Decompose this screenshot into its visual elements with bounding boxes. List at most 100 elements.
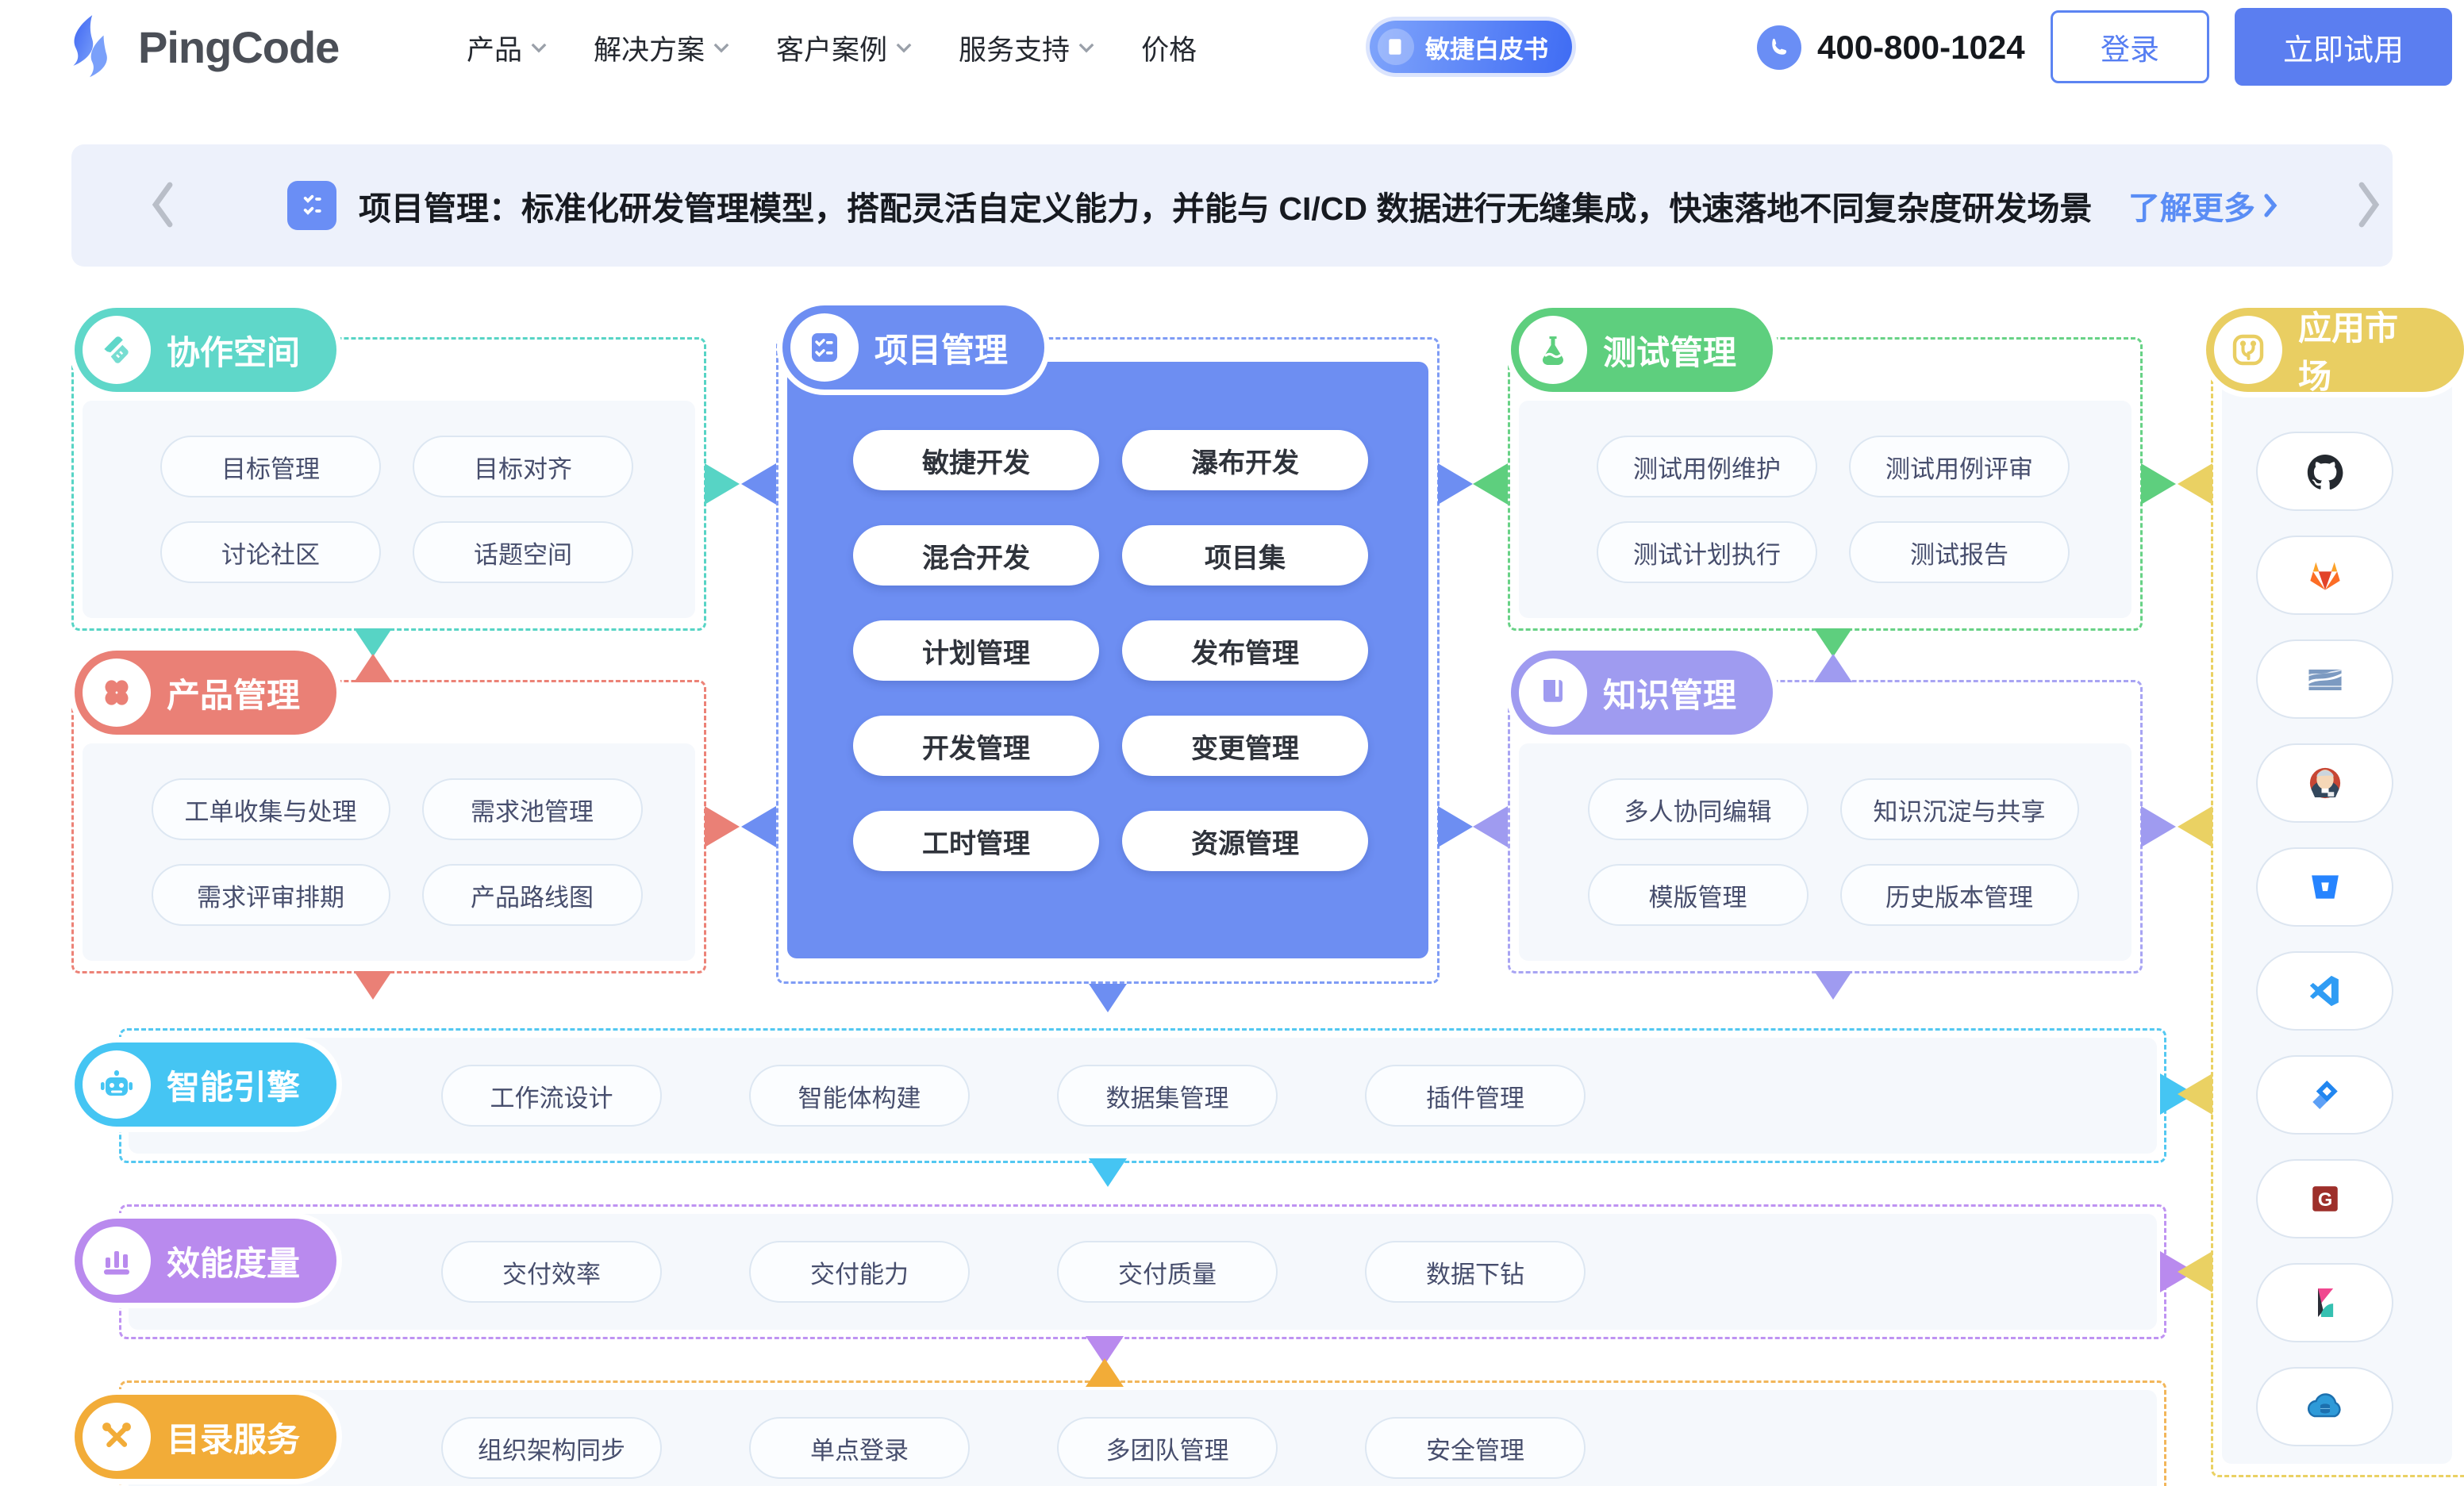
cloud-icon <box>2302 1384 2348 1430</box>
bar-chart-icon <box>83 1227 151 1295</box>
contact-phone: 400-800-1024 <box>1757 0 2025 95</box>
app-pill-kibana[interactable] <box>2256 1263 2393 1342</box>
arrow-down-icon <box>1814 628 1852 657</box>
banner-learn-more-link[interactable]: 了解更多 <box>2128 144 2278 267</box>
arrow-down-icon <box>354 628 392 657</box>
main-nav: 产品 解决方案 客户案例 服务支持 价格 <box>467 0 1197 95</box>
feature-pill: 项目集 <box>1122 525 1368 586</box>
project-checklist-icon <box>287 181 336 230</box>
announcement-banner: 项目管理：标准化研发管理模型，搭配灵活自定义能力，并能与 CI/CD 数据进行无… <box>71 144 2393 267</box>
app-pill-gitlab[interactable] <box>2256 536 2393 615</box>
arrow-right-icon <box>1438 806 1473 847</box>
metrics-items: 交付效率 交付能力 交付质量 数据下钻 <box>441 1241 1586 1303</box>
feature-pill: 工时管理 <box>853 811 1099 871</box>
chevron-down-icon <box>895 42 913 53</box>
arrow-left-icon <box>1473 463 1508 505</box>
phone-icon <box>1757 25 1801 70</box>
nav-support[interactable]: 服务支持 <box>959 28 1095 68</box>
arrow-left-icon <box>1473 806 1508 847</box>
app-pill-bitbucket[interactable] <box>2256 847 2393 927</box>
app-pill-jira[interactable] <box>2256 1055 2393 1135</box>
ai-items: 工作流设计智能体构建数据集管理插件管理 <box>441 1065 1586 1127</box>
app-pill-jenkins[interactable] <box>2256 743 2393 823</box>
feature-pill: 数据集管理 <box>1057 1065 1278 1127</box>
feature-pill: 模版管理 <box>1588 864 1809 926</box>
chevron-right-icon <box>2263 193 2278 218</box>
nav-pricing[interactable]: 价格 <box>1141 28 1197 68</box>
app-pill-cloud[interactable] <box>2256 1367 2393 1446</box>
bitbucket-icon <box>2304 866 2347 908</box>
arrow-left-icon <box>2178 1251 2212 1292</box>
chevron-down-icon <box>1078 42 1095 53</box>
nav-solutions[interactable]: 解决方案 <box>594 28 730 68</box>
feature-pill: 混合开发 <box>853 525 1099 586</box>
arrow-down-icon <box>1089 1158 1127 1187</box>
pingcode-logo[interactable]: PingCode <box>65 13 339 81</box>
arrow-up-icon <box>1814 654 1852 682</box>
feature-pill: 组织架构同步 <box>441 1417 662 1479</box>
arrow-left-icon <box>741 806 776 847</box>
badge-testing: 测试管理 <box>1511 308 1773 392</box>
feature-pill: 交付能力 <box>749 1241 970 1303</box>
chevron-right-icon <box>2357 182 2381 228</box>
phone-number: 400-800-1024 <box>1817 29 2025 67</box>
whitepaper-button[interactable]: 敏捷白皮书 <box>1370 21 1572 73</box>
knowledge-items: 多人协同编辑知识沉淀与共享模版管理历史版本管理 <box>1547 743 2119 961</box>
marketplace-branch-icon <box>2214 316 2282 384</box>
badge-directory: 目录服务 <box>75 1395 336 1479</box>
app-pill-github[interactable] <box>2256 432 2393 511</box>
feature-pill: 数据下钻 <box>1365 1241 1586 1303</box>
feature-pill: 插件管理 <box>1365 1065 1586 1127</box>
nav-products[interactable]: 产品 <box>467 28 548 68</box>
nav-customers[interactable]: 客户案例 <box>776 28 913 68</box>
feature-pill: 敏捷开发 <box>853 430 1099 490</box>
handshake-icon <box>83 316 151 384</box>
feature-pill: 多人协同编辑 <box>1588 778 1809 840</box>
chevron-left-icon <box>151 182 175 228</box>
feature-pill: 变更管理 <box>1122 716 1368 776</box>
feature-pill: 交付质量 <box>1057 1241 1278 1303</box>
feature-pill: 测试计划执行 <box>1597 521 1817 583</box>
banner-next-button[interactable] <box>2357 182 2381 232</box>
banner-text: 项目管理：标准化研发管理模型，搭配灵活自定义能力，并能与 CI/CD 数据进行无… <box>359 144 2092 267</box>
feature-pill: 历史版本管理 <box>1840 864 2079 926</box>
arrow-up-icon <box>354 654 392 682</box>
checklist-icon <box>790 313 859 382</box>
top-navigation-bar: PingCode 产品 解决方案 客户案例 服务支持 价格 <box>0 0 2464 95</box>
project-items: 敏捷开发瀑布开发混合开发项目集计划管理发布管理开发管理变更管理工时管理资源管理 <box>853 430 1368 871</box>
subversion-icon <box>2302 656 2348 702</box>
clover-icon <box>83 659 151 727</box>
login-button[interactable]: 登录 <box>2051 10 2209 83</box>
app-pill-vscode[interactable] <box>2256 951 2393 1031</box>
feature-pill: 工作流设计 <box>441 1065 662 1127</box>
banner-prev-button[interactable] <box>151 182 175 232</box>
gitlab-icon <box>2303 553 2347 597</box>
trial-button[interactable]: 立即试用 <box>2235 8 2452 86</box>
book-icon <box>1378 29 1414 65</box>
badge-product: 产品管理 <box>75 651 336 735</box>
testing-items: 测试用例维护测试用例评审测试计划执行测试报告 <box>1547 401 2119 618</box>
arrow-right-icon <box>1438 463 1473 505</box>
feature-pill: 资源管理 <box>1122 811 1368 871</box>
feature-pill: 产品路线图 <box>422 864 643 926</box>
vscode-icon <box>2304 970 2347 1012</box>
directory-items: 组织架构同步单点登录多团队管理安全管理 <box>441 1417 1586 1479</box>
feature-pill: 知识沉淀与共享 <box>1840 778 2079 840</box>
feature-pill: 目标管理 <box>160 436 381 497</box>
badge-marketplace: 应用市场 <box>2206 308 2464 392</box>
tools-icon <box>83 1403 151 1471</box>
chevron-down-icon <box>530 42 548 53</box>
app-pill-gitee[interactable]: G <box>2256 1159 2393 1238</box>
feature-pill: 测试用例评审 <box>1849 436 2070 497</box>
feature-pill: 需求评审排期 <box>152 864 390 926</box>
github-icon <box>2303 449 2347 493</box>
collaboration-items: 目标管理目标对齐讨论社区话题空间 <box>111 401 682 618</box>
feature-pill: 测试报告 <box>1849 521 2070 583</box>
gitee-icon: G <box>2304 1177 2347 1220</box>
feature-pill: 单点登录 <box>749 1417 970 1479</box>
jenkins-icon <box>2304 762 2347 804</box>
arrow-left-icon <box>741 463 776 505</box>
feature-pill: 交付效率 <box>441 1241 662 1303</box>
app-pill-subversion[interactable] <box>2256 639 2393 719</box>
kibana-icon <box>2304 1281 2347 1324</box>
